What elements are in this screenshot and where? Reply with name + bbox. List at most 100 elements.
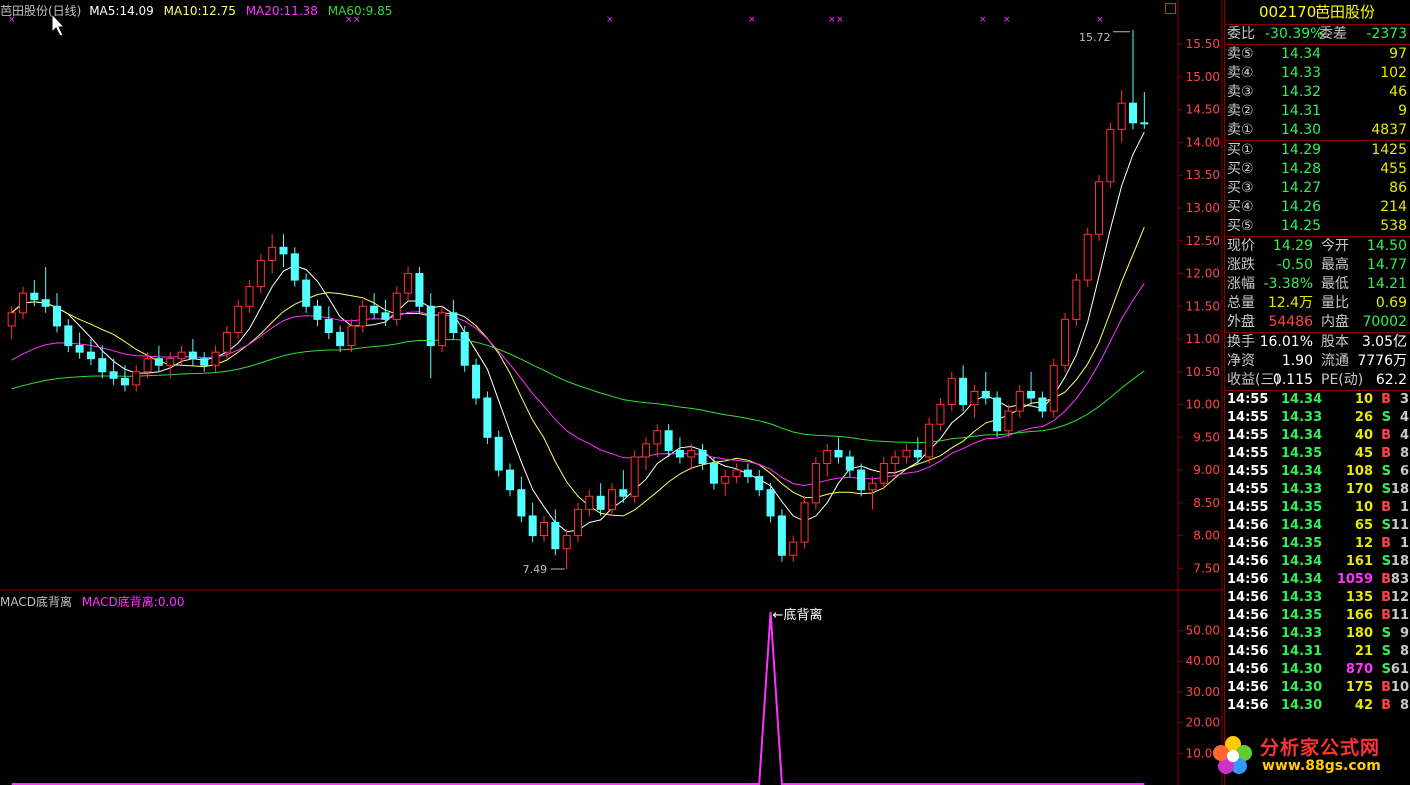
- candle-body[interactable]: [336, 331, 345, 347]
- candle-body[interactable]: [993, 397, 1002, 432]
- candle-body[interactable]: [313, 305, 322, 320]
- candle-body[interactable]: [1072, 279, 1081, 320]
- candle-body[interactable]: [506, 469, 515, 491]
- candle-body[interactable]: [528, 515, 537, 537]
- candle-body[interactable]: [1015, 390, 1024, 412]
- candle-body[interactable]: [75, 345, 84, 353]
- candle-body[interactable]: [234, 305, 243, 333]
- candle-body[interactable]: [789, 541, 798, 556]
- candle-body[interactable]: [494, 436, 503, 471]
- candle-body[interactable]: [823, 449, 832, 465]
- candle-body[interactable]: [947, 377, 956, 406]
- candle-body[interactable]: [290, 253, 299, 281]
- candle-body[interactable]: [256, 259, 265, 288]
- candle-body[interactable]: [1027, 390, 1036, 399]
- candle-body[interactable]: [868, 482, 877, 491]
- candle-body[interactable]: [472, 364, 481, 399]
- candle-body[interactable]: [721, 476, 730, 484]
- candle-body[interactable]: [268, 246, 277, 261]
- candle-body[interactable]: [358, 305, 367, 327]
- candle-body[interactable]: [460, 331, 469, 366]
- candle-body[interactable]: [1004, 410, 1013, 432]
- candle-body[interactable]: [166, 358, 175, 366]
- candle-body[interactable]: [845, 456, 854, 471]
- candle-body[interactable]: [279, 246, 288, 255]
- candle-body[interactable]: [370, 305, 379, 314]
- candle-body[interactable]: [732, 469, 741, 478]
- candle-body[interactable]: [483, 397, 492, 438]
- candle-body[interactable]: [1106, 128, 1115, 183]
- tick-list[interactable]: 14:55 14.34 10 B 3 14:55 14.33 26 S 4 14:55 14.34 40…: [1225, 390, 1410, 715]
- candle-body[interactable]: [1083, 233, 1092, 281]
- candle-body[interactable]: [857, 469, 866, 491]
- candle-body[interactable]: [902, 449, 911, 458]
- candle-body[interactable]: [211, 351, 220, 366]
- candle-body[interactable]: [675, 449, 684, 458]
- candle-body[interactable]: [18, 292, 28, 314]
- close-box-icon[interactable]: □: [1164, 0, 1177, 16]
- candle-body[interactable]: [426, 305, 435, 347]
- candle-body[interactable]: [959, 377, 968, 406]
- candle-body[interactable]: [41, 299, 50, 307]
- candle-body[interactable]: [109, 371, 118, 379]
- candle-body[interactable]: [777, 515, 786, 556]
- candle-body[interactable]: [52, 305, 61, 327]
- candle-body[interactable]: [981, 390, 990, 399]
- candle-body[interactable]: [687, 449, 696, 458]
- candle-body[interactable]: [324, 318, 333, 333]
- candle-body[interactable]: [540, 521, 549, 537]
- candle-body[interactable]: [970, 390, 979, 406]
- candle-body[interactable]: [30, 292, 39, 301]
- candle-body[interactable]: [607, 489, 616, 510]
- candle-body[interactable]: [936, 404, 945, 425]
- candle-body[interactable]: [154, 358, 163, 366]
- candle-body[interactable]: [1117, 102, 1126, 130]
- candle-body[interactable]: [188, 351, 197, 360]
- candle-body[interactable]: [245, 286, 254, 307]
- candle-body[interactable]: [879, 463, 888, 484]
- candle-body[interactable]: [517, 489, 526, 517]
- candle-body[interactable]: [200, 358, 209, 366]
- candle-body[interactable]: [891, 456, 900, 465]
- candle-body[interactable]: [664, 430, 673, 451]
- candle-body[interactable]: [630, 456, 639, 497]
- candle-body[interactable]: [573, 508, 583, 537]
- kline-chart-area[interactable]: 15.50 15.00 14.50 14.00 13.50 13.00 12.50 12.00…: [0, 0, 1224, 785]
- candle-body[interactable]: [438, 312, 447, 347]
- candle-body[interactable]: [913, 449, 922, 458]
- candle-body[interactable]: [392, 292, 401, 320]
- candle-body[interactable]: [709, 463, 718, 484]
- candle-body[interactable]: [766, 489, 775, 517]
- candle-body[interactable]: [551, 521, 560, 550]
- candle-body[interactable]: [619, 489, 628, 497]
- candle-body[interactable]: [1049, 364, 1058, 412]
- candle-body[interactable]: [64, 325, 73, 347]
- candle-body[interactable]: [1061, 318, 1070, 366]
- candle-body[interactable]: [641, 443, 650, 458]
- candle-body[interactable]: [653, 430, 662, 445]
- candle-body[interactable]: [86, 351, 95, 360]
- candle-body[interactable]: [562, 535, 571, 550]
- candle-body[interactable]: [222, 331, 231, 353]
- candle-body[interactable]: [800, 502, 809, 543]
- candle-body[interactable]: [120, 377, 129, 386]
- candle-body[interactable]: [755, 476, 764, 491]
- candle-body[interactable]: [7, 312, 16, 327]
- candle-body[interactable]: [596, 495, 605, 510]
- candle-body[interactable]: [415, 273, 424, 307]
- candle-body[interactable]: [1128, 102, 1138, 124]
- candle-body[interactable]: [743, 469, 752, 478]
- candle-body[interactable]: [585, 495, 594, 510]
- candle-body[interactable]: [449, 312, 458, 333]
- candle-body[interactable]: [132, 371, 141, 386]
- candle-body[interactable]: [302, 279, 311, 307]
- candle-body[interactable]: [698, 449, 707, 465]
- candle-body[interactable]: [1038, 397, 1047, 412]
- candle-body[interactable]: [1140, 122, 1149, 125]
- candle-body[interactable]: [347, 325, 356, 347]
- candle-body[interactable]: [811, 463, 820, 504]
- candle-body[interactable]: [1095, 181, 1104, 235]
- candle-body[interactable]: [404, 273, 413, 294]
- candle-body[interactable]: [177, 351, 186, 360]
- candle-body[interactable]: [834, 449, 843, 458]
